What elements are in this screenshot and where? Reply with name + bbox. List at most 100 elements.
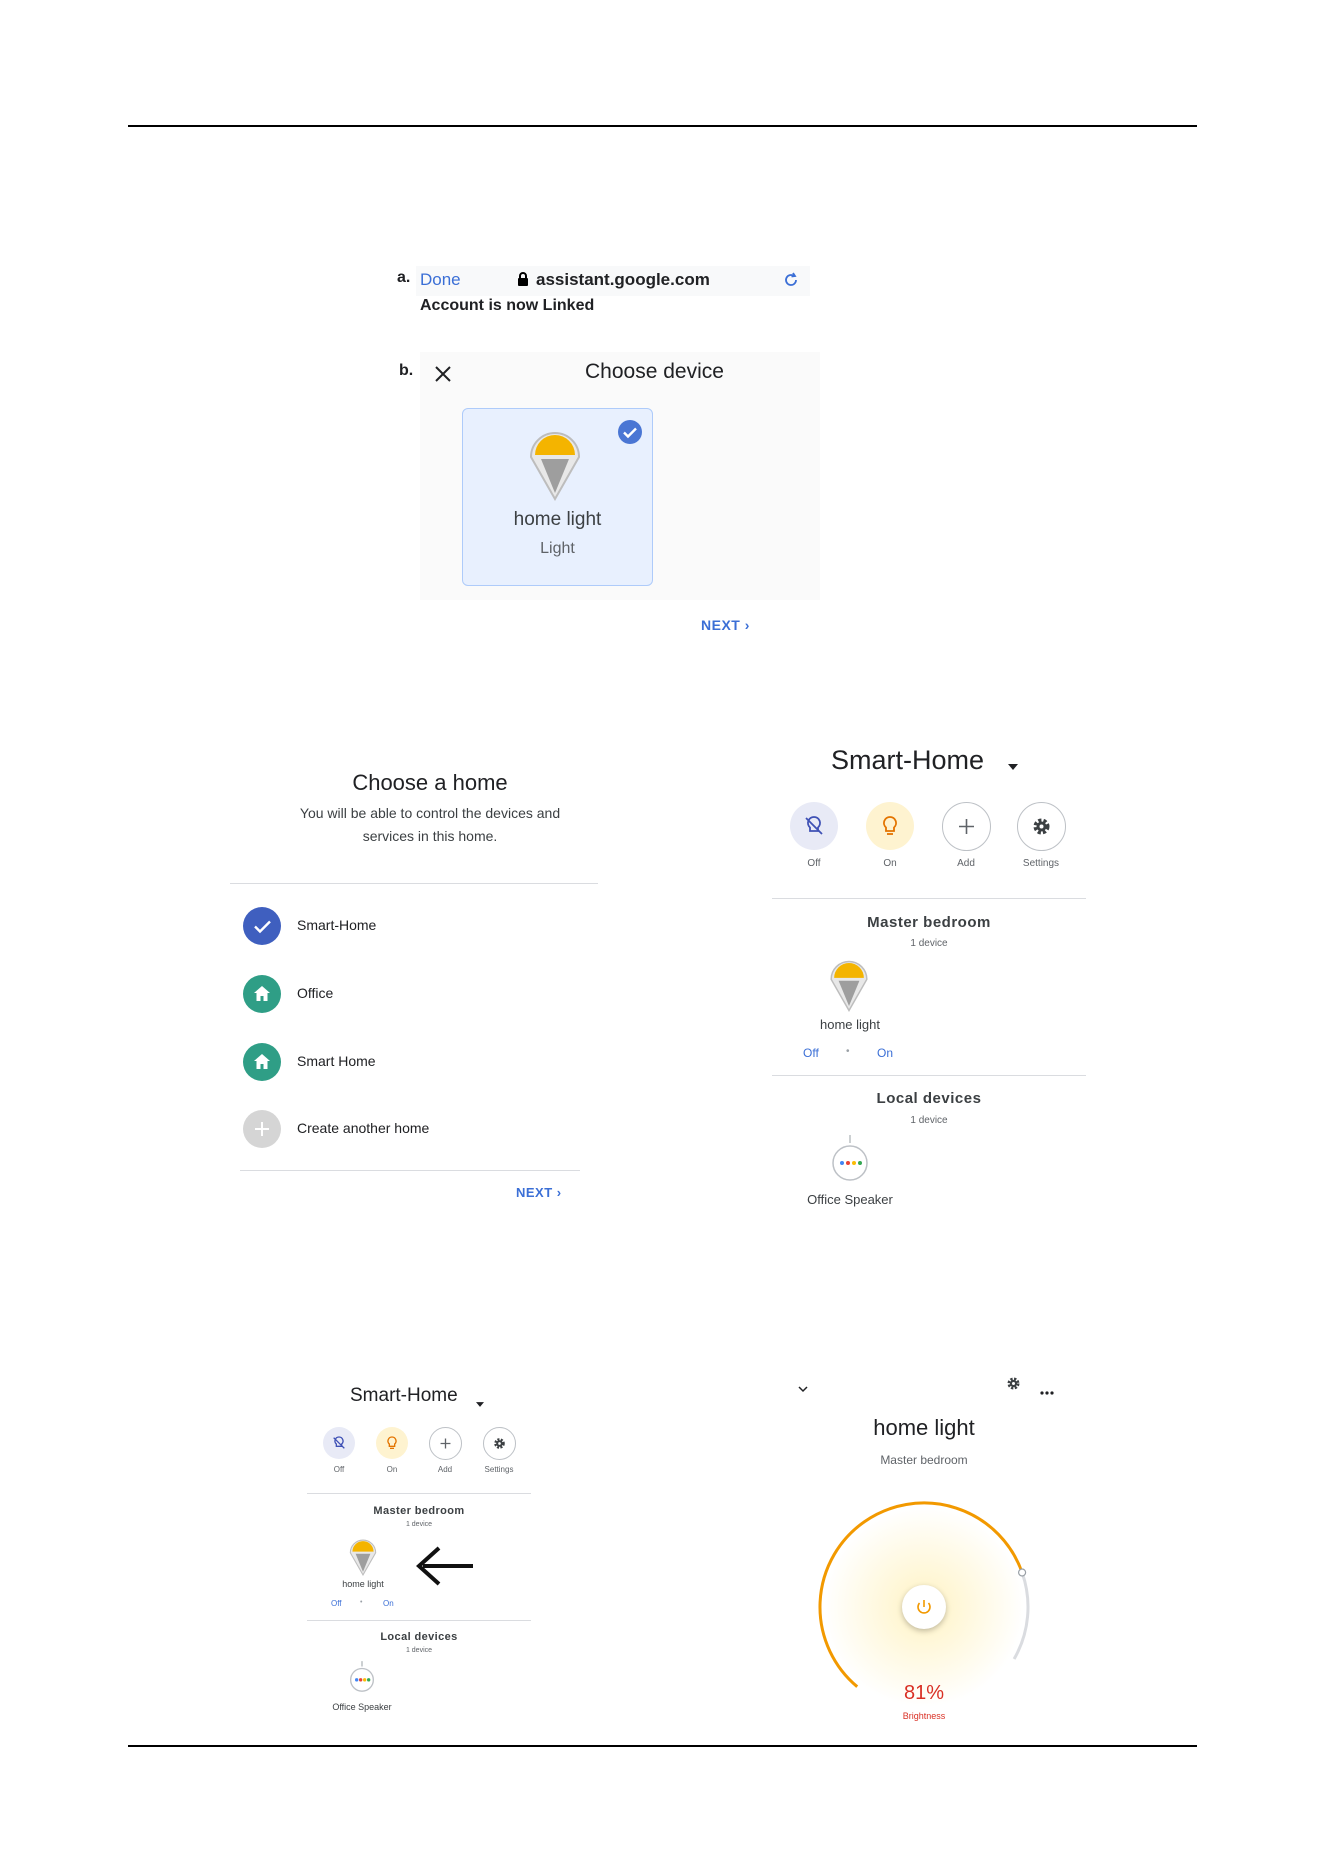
brightness-label: Brightness [902,1711,946,1721]
bulb-on-icon [883,816,897,835]
room-count: 1 device [910,1115,948,1126]
device-name: home light [513,509,602,530]
device-tile-office-speaker[interactable]: Office Speaker [790,1135,910,1215]
separator-dot: • [846,1046,850,1057]
lock-icon [517,271,529,292]
brightness-value: 81% [903,1682,945,1704]
dropdown-icon[interactable] [1008,757,1018,775]
next-button-device[interactable]: NEXT › [701,617,750,633]
gear-icon [494,1438,505,1449]
device-type: Light [540,540,575,557]
room-count: 1 device [405,1647,433,1654]
bottom-rule [128,1745,1197,1747]
action-label: On [386,1465,398,1474]
divider [230,883,598,884]
done-button[interactable]: Done [420,270,461,290]
home-title[interactable]: Smart-Home [831,745,984,776]
lights-off-button[interactable] [323,1427,355,1459]
house-icon [243,1043,281,1081]
dropdown-icon[interactable] [476,1394,484,1412]
close-icon[interactable] [434,365,452,388]
plus-icon [243,1110,281,1148]
more-icon[interactable] [1040,1382,1054,1400]
home-option-office[interactable]: Office [243,974,583,1014]
home-option-smart-home-2[interactable]: Smart Home [243,1042,583,1082]
gear-icon [1033,818,1050,835]
divider [772,898,1086,899]
divider [307,1620,531,1621]
plus-icon [440,1438,451,1449]
power-icon [917,1600,931,1614]
divider [240,1170,580,1171]
bulb-icon [527,431,583,506]
home-label: Office [297,985,334,1001]
home-option-smart-home[interactable]: Smart-Home [243,906,583,946]
action-label: Off [333,1465,345,1474]
power-button[interactable] [902,1585,946,1629]
home-label: Create another home [297,1120,430,1136]
chevron-down-icon[interactable] [798,1380,808,1398]
room-name: Master bedroom [867,914,991,931]
speaker-icon [829,1135,871,1186]
bulb-icon [348,1539,378,1581]
settings-button[interactable] [1017,802,1066,851]
lights-on-button[interactable] [866,802,914,850]
lights-off-button[interactable] [790,802,838,850]
off-button[interactable]: Off [803,1046,819,1060]
off-button[interactable]: Off [331,1599,342,1608]
divider [307,1493,531,1494]
plus-icon [959,819,974,834]
room-count: 1 device [405,1521,433,1528]
device-name: home light [820,1017,880,1032]
home-option-create[interactable]: Create another home [243,1109,583,1149]
action-label: Add [437,1465,453,1474]
check-icon [617,419,643,450]
next-label: NEXT [516,1185,553,1200]
add-button[interactable] [942,802,991,851]
light-title: home light [873,1415,975,1440]
url-text: assistant.google.com [536,270,710,289]
bulb-off-icon [805,816,823,835]
add-button[interactable] [429,1427,462,1460]
action-label: Settings [484,1465,514,1474]
linked-message: Account is now Linked [420,297,595,314]
bulb-on-icon [387,1436,397,1449]
reload-icon[interactable] [782,271,800,294]
speaker-icon [348,1661,376,1697]
light-room: Master bedroom [880,1453,968,1467]
chevron-right-icon: › [744,617,750,633]
action-label: Off [807,858,821,869]
device-name: Office Speaker [807,1192,893,1207]
gear-icon[interactable] [1006,1376,1021,1396]
action-label: Add [957,858,975,869]
house-icon [243,975,281,1013]
brightness-knob [1018,1568,1027,1577]
home-label: Smart-Home [297,917,377,933]
device-card[interactable]: home light Light [462,408,653,586]
device-name: Office Speaker [332,1702,392,1712]
room-name: Local devices [380,1631,458,1643]
choose-home-subtitle-2: services in this home. [362,828,498,844]
step-b-label: b. [399,362,414,379]
choose-home-subtitle-1: You will be able to control the devices … [299,805,561,821]
home-title[interactable]: Smart-Home [350,1385,458,1407]
device-tile-office-speaker[interactable]: Office Speaker [322,1661,402,1719]
step-a-label: a. [397,269,411,286]
divider [772,1075,1086,1076]
separator-dot: • [360,1599,363,1606]
lights-on-button[interactable] [376,1427,408,1459]
next-button-home[interactable]: NEXT › [516,1185,562,1200]
check-icon [243,907,281,945]
next-label: NEXT [701,617,741,633]
on-button[interactable]: On [383,1599,394,1608]
device-tile-home-light[interactable]: home light [800,958,900,1058]
settings-button[interactable] [483,1427,516,1460]
room-count: 1 device [910,938,948,949]
choose-device-title: Choose device [585,360,724,383]
top-rule [128,125,1197,127]
on-button[interactable]: On [877,1046,893,1060]
action-label: Settings [1022,858,1060,869]
device-tile-home-light[interactable]: home light [330,1537,396,1607]
room-name: Local devices [876,1090,982,1107]
home-label: Smart Home [297,1053,376,1069]
